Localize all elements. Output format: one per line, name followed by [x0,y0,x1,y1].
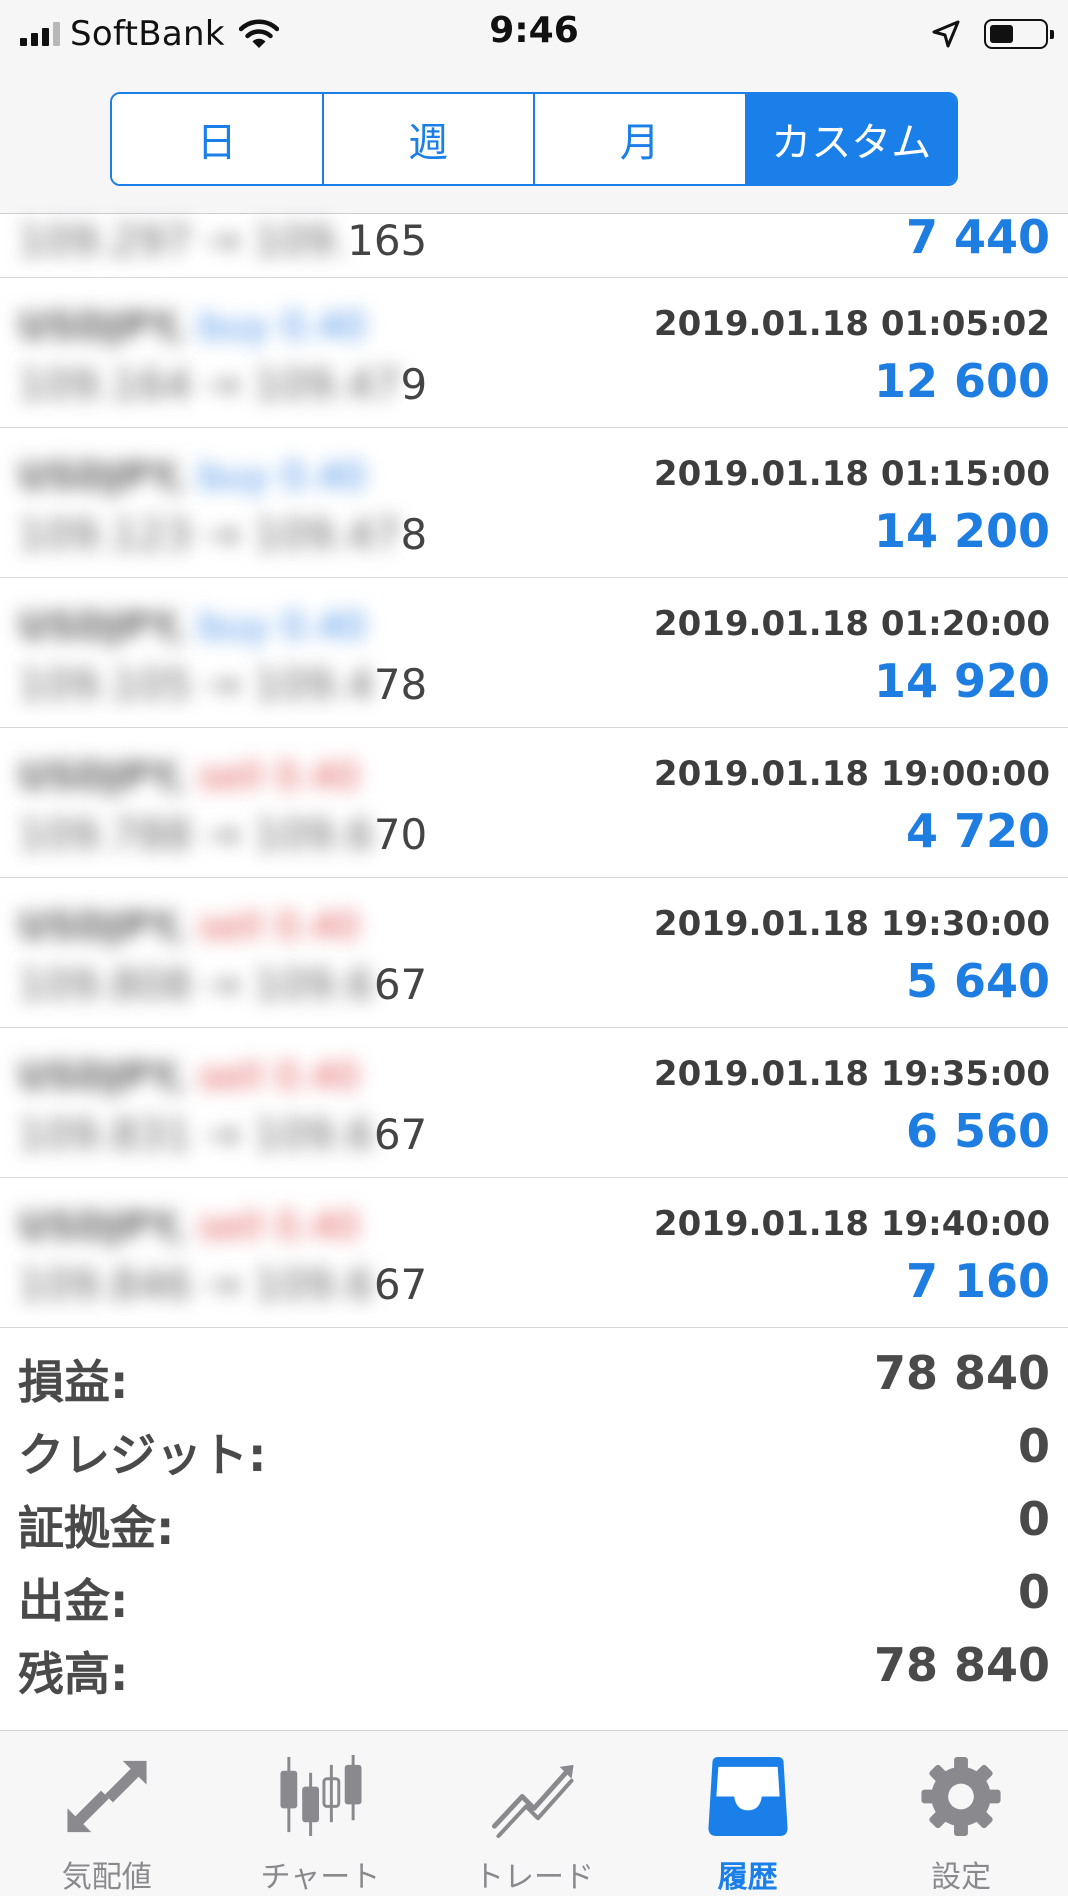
trade-time: 2019.01.18 19:30:00 [653,904,1050,944]
tab-history[interactable]: 履歴 [641,1731,855,1896]
segment-week[interactable]: 週 [321,94,533,184]
segment-day[interactable]: 日 [112,94,322,184]
trade-profit: 12 600 [873,354,1050,408]
summary-deposit: 証拠金: 0 [0,1486,1068,1559]
tab-bar: 気配値 チャート トレード 履歴 設定 [0,1730,1068,1896]
trade-row[interactable]: USDJPY, buy 0.40 2019.01.18 01:20:00 109… [0,578,1068,728]
trade-profit: 4 720 [905,804,1050,858]
trade-symbol-side: USDJPY, sell 0.40 [18,904,360,948]
trade-symbol-side: USDJPY, sell 0.40 [18,754,360,798]
trade-time: 2019.01.18 01:20:00 [653,604,1050,644]
summary-label: 出金: [18,1574,129,1628]
candlestick-chart-icon [280,1754,362,1837]
trade-row[interactable]: USDJPY, sell 0.40 2019.01.18 19:00:00 10… [0,728,1068,878]
trade-symbol-side: USDJPY, buy 0.40 [18,604,367,648]
tab-quotes[interactable]: 気配値 [0,1731,214,1896]
trade-time: 2019.01.18 19:00:00 [653,754,1050,794]
tab-label: 気配値 [61,1860,152,1895]
history-list[interactable]: 109.297 → 109.165 7 440 USDJPY, buy 0.40… [0,210,1068,1328]
trade-prices: 109.164 → 109.479 [18,360,428,409]
summary-label: 残高: [18,1647,129,1701]
status-time: 9:46 [489,10,579,51]
status-bar: SoftBank 9:46 [0,0,1068,70]
trade-profit: 14 920 [873,654,1050,708]
trade-row[interactable]: USDJPY, sell 0.40 2019.01.18 19:40:00 10… [0,1178,1068,1328]
trade-symbol-side: USDJPY, sell 0.40 [18,1054,360,1098]
tab-trade[interactable]: トレード [427,1731,641,1896]
quotes-arrows-icon [67,1760,147,1833]
status-right [930,14,1054,54]
trade-row[interactable]: USDJPY, sell 0.40 2019.01.18 19:35:00 10… [0,1028,1068,1178]
trade-symbol-side: USDJPY, buy 0.40 [18,454,367,498]
segment-month[interactable]: 月 [533,94,745,184]
trade-prices: 109.297 → 109.165 [18,216,428,265]
location-arrow-icon [932,20,960,48]
tab-label: 履歴 [717,1860,778,1895]
tab-chart[interactable]: チャート [214,1731,428,1896]
trade-prices: 109.846 → 109.667 [18,1260,428,1309]
trade-profit: 5 640 [905,954,1050,1008]
trade-row[interactable]: 109.297 → 109.165 7 440 [0,210,1068,278]
summary-label: 証拠金: [18,1501,175,1555]
trade-profit: 7 160 [905,1254,1050,1308]
period-segmented-control: 日 週 月 カスタム [110,92,958,186]
tab-label: 設定 [931,1860,992,1895]
trade-symbol-side: USDJPY, sell 0.40 [18,1204,360,1248]
summary-label: 損益: [18,1355,129,1409]
trade-profit: 6 560 [905,1104,1050,1158]
trade-time: 2019.01.18 01:15:00 [653,454,1050,494]
trade-time: 2019.01.18 01:05:02 [653,304,1050,344]
battery-icon [984,19,1054,49]
history-inbox-icon [708,1756,788,1837]
tab-settings[interactable]: 設定 [854,1731,1068,1896]
summary-balance: 残高: 78 840 [0,1632,1068,1705]
trade-trend-icon [491,1764,574,1839]
trade-row[interactable]: USDJPY, buy 0.40 2019.01.18 01:15:00 109… [0,428,1068,578]
account-summary: 損益: 78 840 クレジット: 0 証拠金: 0 出金: 0 残高: 78 … [0,1340,1068,1705]
trade-prices: 109.123 → 109.478 [18,510,428,559]
summary-credit: クレジット: 0 [0,1413,1068,1486]
trade-prices: 109.105 → 109.478 [18,660,428,709]
trade-symbol-side: USDJPY, buy 0.40 [18,304,367,348]
trade-time: 2019.01.18 19:40:00 [653,1204,1050,1244]
summary-profit: 損益: 78 840 [0,1340,1068,1413]
summary-value: 0 [1017,1492,1050,1546]
tab-label: トレード [473,1860,594,1895]
summary-value: 78 840 [873,1638,1050,1692]
trade-row[interactable]: USDJPY, buy 0.40 2019.01.18 01:05:02 109… [0,278,1068,428]
tab-label: チャート [260,1860,381,1895]
segment-custom[interactable]: カスタム [744,94,956,184]
summary-label: クレジット: [18,1428,267,1482]
trade-prices: 109.808 → 109.667 [18,960,428,1009]
gear-icon [921,1756,1001,1837]
trade-prices: 109.831 → 109.667 [18,1110,428,1159]
summary-withdrawal: 出金: 0 [0,1559,1068,1632]
summary-value: 78 840 [873,1346,1050,1400]
trade-profit: 14 200 [873,504,1050,558]
summary-value: 0 [1017,1565,1050,1619]
trade-row[interactable]: USDJPY, sell 0.40 2019.01.18 19:30:00 10… [0,878,1068,1028]
header: SoftBank 9:46 日 週 月 カスタム [0,0,1068,214]
trade-time: 2019.01.18 19:35:00 [653,1054,1050,1094]
trade-profit: 7 440 [905,210,1050,264]
summary-value: 0 [1017,1419,1050,1473]
trade-prices: 109.788 → 109.670 [18,810,428,859]
